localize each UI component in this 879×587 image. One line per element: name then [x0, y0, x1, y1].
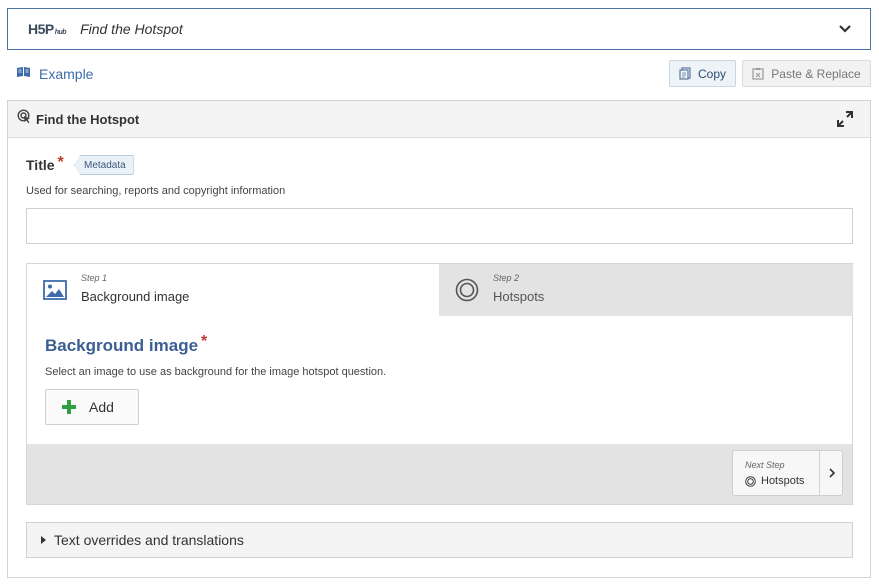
caret-right-icon	[41, 531, 46, 549]
copy-icon	[679, 67, 691, 80]
logo-sub: hub	[54, 29, 67, 36]
h5p-logo: H5P hub	[28, 21, 67, 37]
expand-icon[interactable]	[836, 110, 854, 128]
add-image-button[interactable]: Add	[45, 389, 139, 425]
copy-label: Copy	[697, 66, 726, 81]
book-icon	[16, 65, 31, 83]
tab-hotspots[interactable]: Step 2 Hotspots	[439, 264, 853, 316]
editor-header: Find the Hotspot	[8, 101, 870, 138]
next-step-button[interactable]: Next Step Hotspots	[732, 450, 843, 496]
background-image-heading: Background image *	[45, 333, 208, 356]
target-icon	[455, 278, 479, 307]
logo-text: H5P	[28, 21, 54, 37]
metadata-button[interactable]: Metadata	[74, 155, 134, 175]
tab-background-image[interactable]: Step 1 Background image	[27, 264, 439, 316]
target-icon	[745, 475, 756, 487]
step-wizard: Step 1 Background image Step 2 Hotspots …	[26, 263, 853, 505]
step-footer: Next Step Hotspots	[27, 444, 852, 504]
add-label: Add	[89, 399, 114, 415]
next-step-label: Hotspots	[745, 475, 804, 487]
paste-label: Paste & Replace	[771, 66, 861, 81]
text-overrides-toggle[interactable]: Text overrides and translations	[26, 522, 853, 558]
image-icon	[43, 280, 67, 305]
step-number: Step 1	[81, 273, 108, 283]
step-name: Background image	[81, 289, 190, 304]
overrides-label: Text overrides and translations	[54, 532, 244, 548]
chevron-right-icon[interactable]	[819, 451, 843, 495]
step-number: Step 2	[493, 273, 520, 283]
required-mark: *	[57, 154, 64, 171]
editor-panel: Find the Hotspot Title * Metadata Used f…	[7, 100, 871, 578]
copy-button[interactable]: Copy	[669, 60, 736, 87]
step-name: Hotspots	[493, 289, 545, 304]
hotspot-icon	[17, 109, 32, 129]
next-step-name: Hotspots	[761, 475, 805, 487]
title-label-text: Title	[26, 157, 55, 173]
next-step-small-label: Next Step	[745, 460, 785, 470]
background-image-description: Select an image to use as background for…	[45, 366, 387, 378]
content-type-title: Find the Hotspot	[80, 21, 183, 37]
title-input[interactable]	[26, 208, 853, 244]
editor-title: Find the Hotspot	[36, 111, 140, 127]
required-mark: *	[201, 333, 208, 350]
background-heading-text: Background image	[45, 336, 199, 355]
example-label: Example	[39, 66, 94, 82]
chevron-down-icon[interactable]	[838, 22, 852, 36]
paste-replace-button[interactable]: Paste & Replace	[742, 60, 871, 87]
plus-icon	[62, 400, 76, 414]
example-link[interactable]: Example	[16, 65, 93, 83]
title-description: Used for searching, reports and copyrigh…	[26, 185, 286, 197]
paste-icon	[752, 68, 764, 80]
title-label: Title *	[26, 154, 64, 174]
h5p-hub-bar[interactable]: H5P hub Find the Hotspot	[7, 8, 871, 50]
